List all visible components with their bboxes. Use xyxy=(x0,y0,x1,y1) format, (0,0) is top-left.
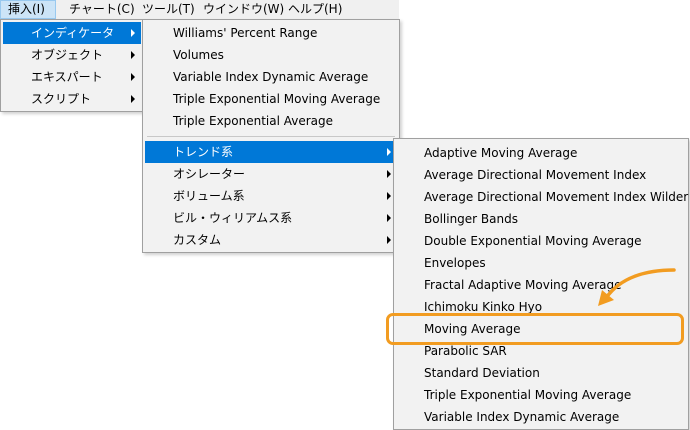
menu-item-trend[interactable]: トレンド系 xyxy=(145,141,397,163)
menu-item-standard-deviation[interactable]: Standard Deviation xyxy=(396,362,686,384)
menu-item-oscillators[interactable]: オシレーター xyxy=(145,163,397,185)
menu-item-experts[interactable]: エキスパート xyxy=(3,66,141,88)
menu-insert[interactable]: 挿入(I) xyxy=(0,0,56,19)
menu-item-label: ボリューム系 xyxy=(173,189,245,203)
menu-item-bill-williams[interactable]: ビル・ウィリアムス系 xyxy=(145,207,397,229)
menu-item-label: カスタム xyxy=(173,233,222,247)
menu-item-label: スクリプト xyxy=(31,92,92,106)
submenu-arrow-icon xyxy=(131,73,135,81)
menu-item-volume-category[interactable]: ボリューム系 xyxy=(145,185,397,207)
menu-tools[interactable]: ツール(T) xyxy=(135,0,202,19)
menu-help[interactable]: ヘルプ(H) xyxy=(281,0,349,19)
menu-item-tema-trend[interactable]: Triple Exponential Moving Average xyxy=(396,384,686,406)
submenu-arrow-icon xyxy=(387,192,391,200)
submenu-arrow-icon xyxy=(131,29,135,37)
menu-item-label: オシレーター xyxy=(173,167,246,181)
menu-item-label: Standard Deviation xyxy=(424,366,540,380)
menu-item-label: オブジェクト xyxy=(31,48,104,62)
menu-item-label: Williams' Percent Range xyxy=(173,26,318,40)
menu-item-label: Variable Index Dynamic Average xyxy=(173,70,369,84)
menu-item-label: Average Directional Movement Index xyxy=(424,168,647,182)
menu-item-bollinger-bands[interactable]: Bollinger Bands xyxy=(396,208,686,230)
menu-item-adx[interactable]: Average Directional Movement Index xyxy=(396,164,686,186)
menu-bar: 挿入(I) チャート(C) ツール(T) ウインドウ(W) ヘルプ(H) xyxy=(0,0,399,19)
menu-item-label: Triple Exponential Moving Average xyxy=(173,92,381,106)
menu-item-label: Adaptive Moving Average xyxy=(424,146,578,160)
menu-separator xyxy=(147,136,395,137)
menu-item-adx-wilder[interactable]: Average Directional Movement Index Wilde… xyxy=(396,186,689,208)
menu-item-label: トレンド系 xyxy=(173,145,234,159)
insert-dropdown: インディケータ オブジェクト エキスパート スクリプト xyxy=(0,19,144,112)
submenu-arrow-icon xyxy=(387,170,391,178)
menu-item-dema[interactable]: Double Exponential Moving Average xyxy=(396,230,686,252)
menu-item-label: ビル・ウィリアムス系 xyxy=(173,211,293,225)
moving-average-highlight-box xyxy=(386,313,684,345)
callout-arrow-icon xyxy=(598,268,676,306)
menu-item-trix[interactable]: Triple Exponential Average xyxy=(145,110,397,132)
menu-item-scripts[interactable]: スクリプト xyxy=(3,88,141,110)
menu-item-label: インディケータ xyxy=(31,26,115,40)
menu-item-custom[interactable]: カスタム xyxy=(145,229,397,251)
indicators-dropdown: Williams' Percent Range Volumes Variable… xyxy=(142,19,400,253)
submenu-arrow-icon xyxy=(387,214,391,222)
submenu-arrow-icon xyxy=(131,51,135,59)
menu-item-indicators[interactable]: インディケータ xyxy=(3,22,141,44)
menu-item-ama[interactable]: Adaptive Moving Average xyxy=(396,142,686,164)
menu-item-label: Double Exponential Moving Average xyxy=(424,234,642,248)
submenu-arrow-icon xyxy=(387,236,391,244)
menu-item-label: Volumes xyxy=(173,48,224,62)
submenu-arrow-icon xyxy=(387,148,391,156)
menu-item-volumes[interactable]: Volumes xyxy=(145,44,397,66)
menu-item-label: エキスパート xyxy=(31,70,103,84)
menu-item-label: Triple Exponential Moving Average xyxy=(424,388,632,402)
menu-item-label: Envelopes xyxy=(424,256,486,270)
menu-chart[interactable]: チャート(C) xyxy=(62,0,142,19)
menu-item-label: Bollinger Bands xyxy=(424,212,518,226)
menu-window[interactable]: ウインドウ(W) xyxy=(196,0,291,19)
submenu-arrow-icon xyxy=(131,95,135,103)
menu-item-vidya[interactable]: Variable Index Dynamic Average xyxy=(145,66,397,88)
menu-item-williams-percent-range[interactable]: Williams' Percent Range xyxy=(145,22,397,44)
menu-item-label: Triple Exponential Average xyxy=(173,114,334,128)
menu-item-label: Average Directional Movement Index Wilde… xyxy=(424,190,689,204)
menu-item-tema[interactable]: Triple Exponential Moving Average xyxy=(145,88,397,110)
menu-item-label: Variable Index Dynamic Average xyxy=(424,410,620,424)
menu-item-vidya-trend[interactable]: Variable Index Dynamic Average xyxy=(396,406,686,428)
menu-item-objects[interactable]: オブジェクト xyxy=(3,44,141,66)
